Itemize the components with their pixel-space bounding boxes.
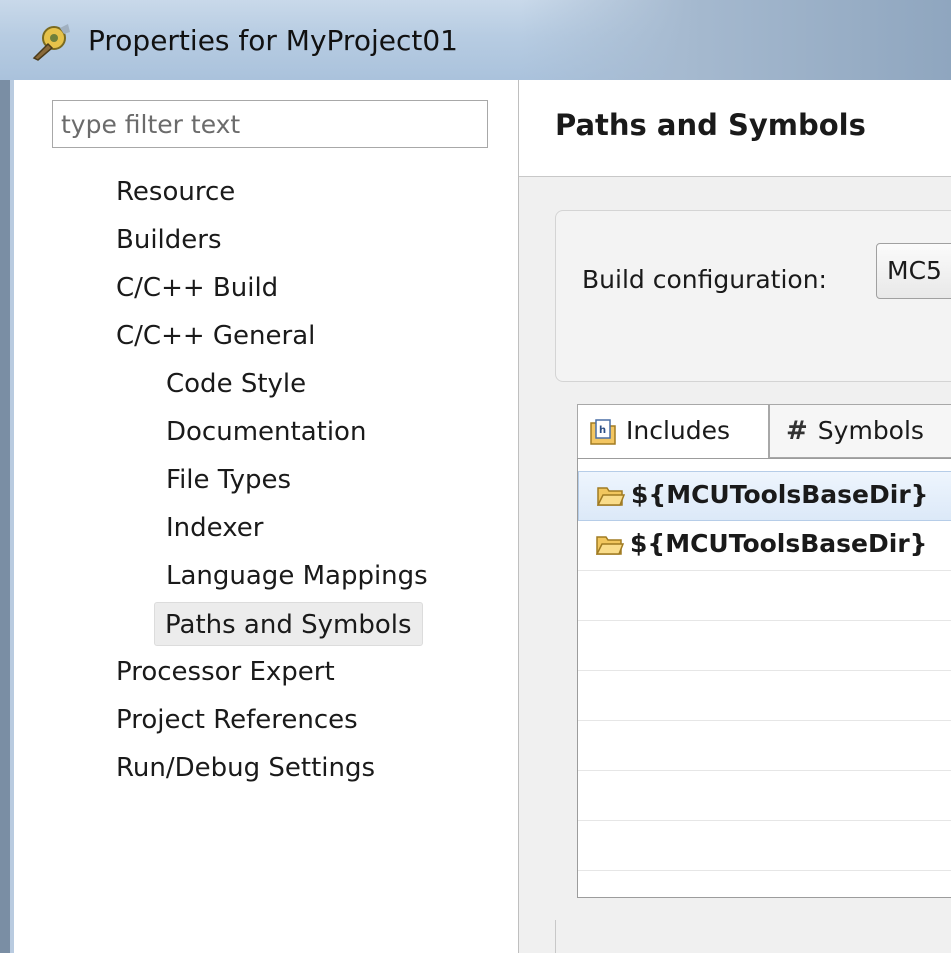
tab-includes-label: Includes: [626, 416, 731, 445]
dialog-body: Resource Builders C/C++ Build C/C++ Gene…: [14, 80, 951, 953]
tree-item-documentation[interactable]: Documentation: [156, 410, 376, 454]
list-item-empty: [578, 821, 951, 871]
properties-page: Paths and Symbols Build configuration: M…: [519, 80, 951, 953]
folder-icon: [596, 536, 624, 555]
include-paths-list[interactable]: ${MCUToolsBaseDir} ${MCUToolsBaseDir}: [577, 458, 951, 898]
properties-sidebar: Resource Builders C/C++ Build C/C++ Gene…: [14, 80, 519, 953]
tree-item-project-references[interactable]: Project References: [106, 698, 368, 742]
list-item[interactable]: ${MCUToolsBaseDir}: [578, 471, 951, 521]
build-config-select[interactable]: MC5: [876, 243, 951, 299]
list-item-empty: [578, 571, 951, 621]
list-item[interactable]: ${MCUToolsBaseDir}: [578, 521, 951, 571]
tree-item-code-style[interactable]: Code Style: [156, 362, 316, 406]
page-title: Paths and Symbols: [555, 108, 866, 142]
list-item-empty: [578, 621, 951, 671]
build-config-label: Build configuration:: [582, 265, 827, 294]
hash-icon: #: [786, 416, 808, 446]
page-header: Paths and Symbols: [519, 80, 951, 177]
title-bar-blur: [520, 0, 951, 80]
list-item-empty: [578, 671, 951, 721]
folder-icon: [597, 487, 625, 506]
tab-symbols[interactable]: # Symbols: [769, 404, 951, 458]
include-path-text: ${MCUToolsBaseDir}: [630, 529, 928, 558]
tree-item-paths-and-symbols[interactable]: Paths and Symbols: [154, 602, 423, 646]
list-item-empty: [578, 721, 951, 771]
tab-includes[interactable]: h Includes: [577, 404, 769, 460]
includes-icon: h: [590, 419, 616, 445]
include-path-text: ${MCUToolsBaseDir}: [631, 480, 929, 509]
eclipse-properties-icon: [32, 24, 70, 61]
tree-item-builders[interactable]: Builders: [106, 218, 232, 262]
window-frame: [0, 0, 10, 953]
tree-item-run-debug-settings[interactable]: Run/Debug Settings: [106, 746, 385, 790]
build-config-group: Build configuration: MC5: [555, 210, 951, 382]
tab-symbols-label: Symbols: [817, 416, 924, 445]
list-item-empty: [578, 771, 951, 821]
svg-text:h: h: [599, 425, 606, 436]
tree-item-file-types[interactable]: File Types: [156, 458, 301, 502]
tree-item-indexer[interactable]: Indexer: [156, 506, 273, 550]
properties-dialog: Properties for MyProject01 Resource Buil…: [0, 0, 951, 953]
window-title: Properties for MyProject01: [88, 24, 458, 57]
title-bar[interactable]: Properties for MyProject01: [0, 0, 951, 80]
tree-item-cpp-general[interactable]: C/C++ General: [106, 314, 325, 358]
filter-input[interactable]: [52, 100, 488, 148]
tree-item-processor-expert[interactable]: Processor Expert: [106, 650, 345, 694]
tree-item-resource[interactable]: Resource: [106, 170, 245, 214]
tree-item-cpp-build[interactable]: C/C++ Build: [106, 266, 288, 310]
tree-item-language-mappings[interactable]: Language Mappings: [156, 554, 438, 598]
panel-divider: [555, 920, 951, 953]
